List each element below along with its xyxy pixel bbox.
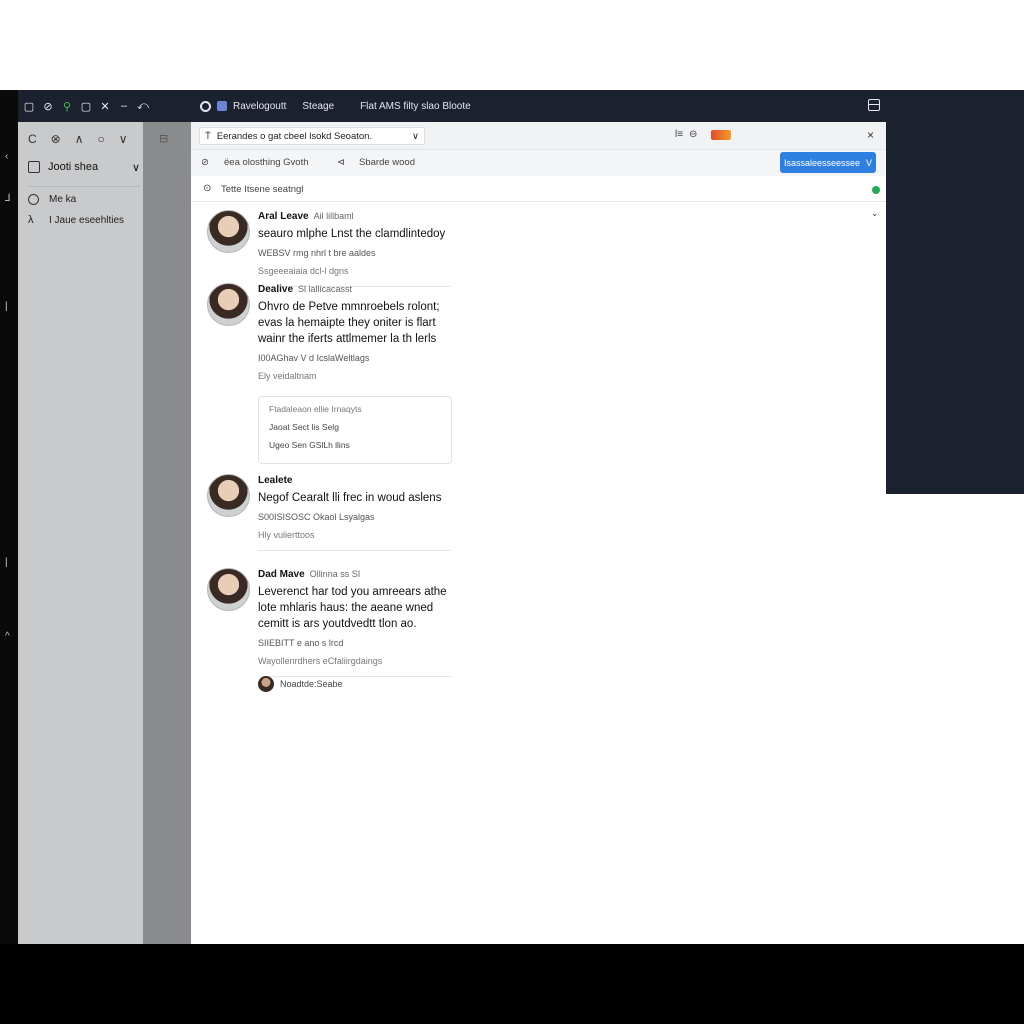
sidebar-item-label: I Jaue eseehlties [49, 214, 125, 226]
bag-icon [28, 161, 40, 173]
titlebar-center: Ravelogoutt Steage Flat AMS filty slao B… [200, 90, 471, 122]
lambda-icon: λ [28, 214, 34, 226]
quote-header: Ftadaleaon ellie Irnaqyts [269, 404, 362, 414]
left-edge: ‹ ⅃ | | ^ [0, 90, 18, 944]
window-icon-2[interactable]: ▢ [23, 100, 35, 113]
author-name[interactable]: Aral Leave [258, 211, 309, 222]
post-meta-secondary: Ssgeeeaiaia dcl-l dgns [258, 266, 349, 276]
post-body: Dealive Sl lallicacasst Ohvro de Petve mm… [258, 283, 658, 464]
avatar[interactable] [207, 283, 250, 326]
sidebar: C ⊗ ∧ ○ ∨ Jooti shea ∨ Me ka λ I Jaue es… [18, 122, 143, 944]
post-body: Lealete Negof Cearalt lli frec in woud a… [258, 474, 658, 551]
close-icon[interactable]: ✕ [99, 100, 111, 113]
avatar[interactable] [258, 676, 274, 692]
avatar[interactable] [207, 568, 250, 611]
post-meta: I00AGhav V d IcslaWeltlags [258, 353, 370, 363]
quote-line: Ugeo Sen GSlLh llins [269, 440, 350, 450]
title-bar: ▢ ▢ ⊘ ⚲ ▢ ✕ – ⤺ Ravelogoutt Steage Flat … [0, 90, 1024, 122]
sidebar-divider [28, 186, 140, 187]
post-author[interactable]: Dad Mave Ollinna ss SI [258, 568, 658, 581]
post-meta: WEBSV rmg nhrl t bre aaldes [258, 248, 376, 258]
app-logo-icon [200, 100, 211, 112]
post-author[interactable]: Aral Leave Ail lillbaml [258, 210, 658, 223]
author-handle: Ail lillbaml [313, 211, 354, 221]
post-meta-secondary: Wayollenrdhers eCfaliirgdaings [258, 656, 383, 666]
post-meta: S00ISISOSC Okaol Lsyalgas [258, 512, 375, 522]
right-white-panel [886, 494, 1024, 944]
window-subtitle: Flat AMS filty slao Bloote [360, 100, 471, 112]
post-author[interactable]: Lealete [258, 474, 658, 487]
edge-up-icon[interactable]: ^ [5, 632, 10, 642]
tab-icon [217, 101, 227, 111]
sort-icon[interactable]: ∧ [75, 132, 84, 146]
settings-icon[interactable]: ⊗ [51, 132, 61, 146]
post-content: seauro mlphe Lnst the clamdlintedoy [258, 228, 446, 240]
reply-author[interactable]: Noadtde:Seabe [258, 676, 343, 692]
avatar[interactable] [207, 210, 250, 253]
circle-icon[interactable]: ○ [98, 132, 105, 146]
right-dark-panel [886, 122, 1024, 494]
author-handle: Sl lallicacasst [298, 284, 353, 294]
edge-back-icon[interactable]: ‹ [5, 152, 8, 162]
sidebar-section-header[interactable]: Jooti shea ∨ [28, 156, 140, 178]
post-content: Ohvro de Petve mmnroebels rolont; evas l… [258, 301, 440, 345]
refresh-icon[interactable]: C [28, 132, 37, 146]
post-meta-secondary: Hly vulierttoos [258, 530, 315, 540]
quote-line: Jaoat Sect lis Selg [269, 422, 339, 432]
quoted-post[interactable]: Ftadaleaon ellie Irnaqyts Jaoat Sect lis… [258, 396, 452, 464]
post-author[interactable]: Dealive Sl lallicacasst [258, 283, 658, 296]
window-icon-3[interactable]: ⊘ [42, 100, 54, 113]
sidebar-item-1[interactable]: Me ka [28, 194, 140, 205]
status-icon[interactable]: ⚲ [61, 100, 73, 113]
sidebar-item-label: Me ka [49, 194, 77, 205]
author-name[interactable]: Dealive [258, 284, 293, 295]
app-title[interactable]: Ravelogoutt [233, 101, 286, 112]
top-margin [0, 0, 1024, 90]
sidebar-section-label: Jooti shea [48, 161, 99, 173]
chevron-down-icon[interactable]: ∨ [132, 161, 140, 174]
post-feed: Aral Leave Ail lillbaml seauro mlphe Lnst… [191, 122, 886, 944]
edge-tick-icon: | [5, 301, 8, 312]
minimize-icon[interactable]: – [118, 100, 130, 112]
bottom-margin [0, 944, 1024, 1024]
reply-author-name: Noadtde:Seabe [280, 679, 343, 689]
post-content: Leverenct har tod you amreears athe lote… [258, 586, 447, 630]
sidebar-item-2[interactable]: λ I Jaue eseehlties [28, 214, 140, 226]
post-body: Dad Mave Ollinna ss SI Leverenct har tod … [258, 568, 658, 677]
window-icon-4[interactable]: ▢ [80, 100, 92, 113]
author-name[interactable]: Dad Mave [258, 569, 305, 580]
panel-toggle-icon[interactable] [868, 99, 880, 111]
main-panel: T̄ Eerandes o gat cbeel lsokd Seoaton. ∨… [191, 122, 886, 944]
post-body: Aral Leave Ail lillbaml seauro mlphe Lnst… [258, 210, 658, 287]
edge-mark-icon: ⅃ [5, 193, 11, 204]
author-name[interactable]: Lealete [258, 475, 292, 486]
post-meta: SIIEBITT e ano s lrcd [258, 638, 344, 648]
post-meta-secondary: Ely veidaltnam [258, 371, 317, 381]
author-handle: Ollinna ss SI [309, 569, 361, 579]
titlebar-icon-group: ▢ ▢ ⊘ ⚲ ▢ ✕ – ⤺ [4, 90, 149, 122]
edge-tick-icon: | [5, 557, 8, 568]
post-content: Negof Cearalt lli frec in woud aslens [258, 492, 442, 504]
post-divider [258, 550, 451, 551]
back-icon[interactable]: ⤺ [137, 100, 149, 113]
avatar[interactable] [207, 474, 250, 517]
circle-icon [28, 194, 39, 205]
menu-item[interactable]: Steage [302, 101, 334, 112]
chevron-down-icon[interactable]: ∨ [119, 132, 128, 146]
secondary-column: ⊟ [143, 122, 191, 944]
panel-icon[interactable]: ⊟ [159, 132, 168, 145]
sidebar-toolbar: C ⊗ ∧ ○ ∨ [28, 132, 128, 146]
